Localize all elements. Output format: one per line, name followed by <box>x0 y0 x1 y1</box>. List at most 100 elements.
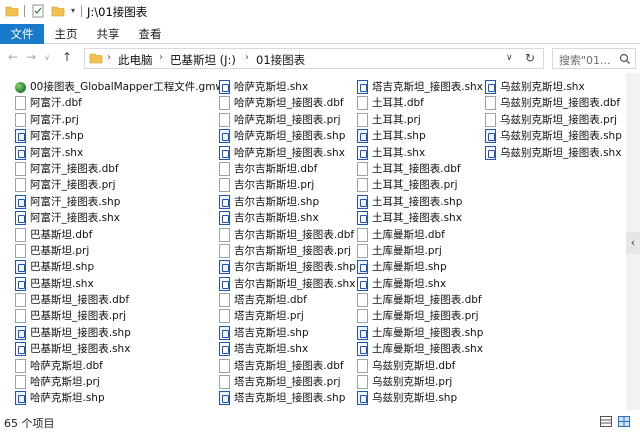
collapse-chevron-icon[interactable]: ‹ <box>626 232 640 254</box>
file-name: 哈萨克斯坦_接图表.shx <box>234 146 345 159</box>
breadcrumb-current-folder[interactable]: 01接图表 <box>256 52 305 68</box>
document-file-icon <box>485 112 496 127</box>
large-icons-view-icon[interactable] <box>618 416 630 427</box>
document-file-icon <box>219 309 230 324</box>
file-name: 土耳其_接图表.dbf <box>372 162 461 175</box>
breadcrumb-separator-icon[interactable]: › <box>245 52 249 63</box>
folder-app-icon <box>5 4 19 18</box>
shape-file-icon <box>219 211 230 226</box>
file-name: 乌兹别克斯坦.prj <box>372 376 453 389</box>
document-file-icon <box>15 375 26 390</box>
file-name: 哈萨克斯坦.shx <box>234 81 309 93</box>
status-bar: 65 个项目 <box>0 410 640 432</box>
file-name: 吉尔吉斯斯坦_接图表.prj <box>234 244 351 257</box>
file-name: 土库曼斯坦.prj <box>372 244 442 257</box>
file-name: 吉尔吉斯斯坦.dbf <box>234 162 318 175</box>
shape-file-icon <box>15 391 26 406</box>
file-name: 土库曼斯坦_接图表.prj <box>372 310 479 323</box>
file-name: 土耳其.shp <box>372 130 426 143</box>
shape-file-icon <box>219 145 230 160</box>
file-name: 吉尔吉斯斯坦_接图表.shx <box>234 277 356 290</box>
file-name: 哈萨克斯坦.prj <box>30 376 100 389</box>
search-icon <box>619 53 631 68</box>
document-file-icon <box>357 227 368 242</box>
shape-file-icon <box>357 129 368 144</box>
customize-toolbar-chevron-icon[interactable]: ▾ <box>71 6 75 15</box>
file-name: 土耳其.dbf <box>372 97 424 110</box>
ribbon-tabs: 文件 主页 共享 查看 <box>0 24 640 44</box>
tab-home[interactable]: 主页 <box>48 24 84 44</box>
file-name: 土库曼斯坦_接图表.dbf <box>372 294 482 307</box>
breadcrumb-drive[interactable]: 巴基斯坦 (J:) <box>170 52 236 68</box>
file-name: 乌兹别克斯坦.dbf <box>372 359 456 372</box>
details-view-icon[interactable] <box>600 416 612 427</box>
new-folder-icon[interactable] <box>51 4 65 18</box>
document-file-icon <box>357 375 368 390</box>
address-dropdown-chevron-icon[interactable]: ∨ <box>506 53 513 63</box>
forward-arrow-icon[interactable]: → <box>24 50 38 64</box>
search-input[interactable]: 搜索"01... <box>559 52 611 68</box>
shape-file-icon <box>15 325 26 340</box>
document-file-icon <box>15 96 26 111</box>
shape-file-icon <box>485 129 496 144</box>
document-file-icon <box>357 178 368 193</box>
file-name: 哈萨克斯坦.dbf <box>30 359 103 372</box>
file-name: 阿富汗.shx <box>30 146 84 159</box>
address-bar[interactable]: › 此电脑 › 巴基斯坦 (J:) › 01接图表 ∨ ↻ <box>84 48 544 69</box>
document-file-icon <box>15 161 26 176</box>
file-name: 阿富汗_接图表.shp <box>30 195 121 208</box>
folder-icon <box>89 52 103 68</box>
document-file-icon <box>357 309 368 324</box>
file-name: 土耳其.shx <box>372 146 426 159</box>
shape-file-icon <box>357 325 368 340</box>
file-name: 塔吉克斯坦_接图表.prj <box>234 376 341 389</box>
tab-file[interactable]: 文件 <box>0 24 44 44</box>
file-name: 塔吉克斯坦_接图表.shx <box>372 81 483 93</box>
shape-file-icon <box>357 145 368 160</box>
breadcrumb-separator-icon[interactable]: › <box>159 52 163 63</box>
file-name: 巴基斯坦.shx <box>30 277 94 290</box>
breadcrumb-separator-icon[interactable]: › <box>107 52 111 63</box>
shape-file-icon <box>15 129 26 144</box>
tab-view[interactable]: 查看 <box>132 24 168 44</box>
shape-file-icon <box>357 342 368 357</box>
tab-share[interactable]: 共享 <box>90 24 126 44</box>
shape-file-icon <box>219 260 230 275</box>
window-title: J:\01接图表 <box>87 5 148 19</box>
search-box[interactable]: 搜索"01... <box>552 48 636 69</box>
file-name: 塔吉克斯坦.shx <box>234 343 309 356</box>
file-name: 阿富汗.dbf <box>30 97 82 110</box>
document-file-icon <box>15 358 26 373</box>
file-name: 土库曼斯坦_接图表.shx <box>372 343 483 356</box>
title-bar: ▾ J:\01接图表 <box>0 0 640 24</box>
document-file-icon <box>357 243 368 258</box>
file-name: 塔吉克斯坦.prj <box>234 310 304 323</box>
document-file-icon <box>15 309 26 324</box>
shape-file-icon <box>357 260 368 275</box>
file-name: 巴基斯坦.prj <box>30 244 90 257</box>
document-file-icon <box>15 178 26 193</box>
file-name: 土耳其_接图表.prj <box>372 179 458 192</box>
document-file-icon <box>15 112 26 127</box>
back-arrow-icon[interactable]: ← <box>6 50 20 64</box>
document-file-icon <box>357 358 368 373</box>
shape-file-icon <box>219 276 230 291</box>
file-name: 土库曼斯坦.shx <box>372 277 447 290</box>
breadcrumb-this-pc[interactable]: 此电脑 <box>118 52 153 68</box>
up-arrow-icon[interactable]: ↑ <box>60 50 74 64</box>
shape-file-icon <box>357 276 368 291</box>
shape-file-icon <box>219 391 230 406</box>
file-name: 阿富汗_接图表.dbf <box>30 162 119 175</box>
file-name: 塔吉克斯坦_接图表.shp <box>234 392 346 405</box>
properties-icon[interactable] <box>31 4 45 18</box>
file-name: 阿富汗_接图表.shx <box>30 212 120 225</box>
file-name: 乌兹别克斯坦_接图表.prj <box>500 113 617 126</box>
file-name: 乌兹别克斯坦.shx <box>500 81 585 93</box>
shape-file-icon <box>357 391 368 406</box>
refresh-icon[interactable]: ↻ <box>525 51 535 65</box>
file-name: 阿富汗_接图表.prj <box>30 179 116 192</box>
recent-locations-chevron-icon[interactable]: ∨ <box>40 53 54 62</box>
shape-file-icon <box>15 194 26 209</box>
shape-file-icon <box>15 342 26 357</box>
file-name: 哈萨克斯坦.shp <box>30 392 105 405</box>
